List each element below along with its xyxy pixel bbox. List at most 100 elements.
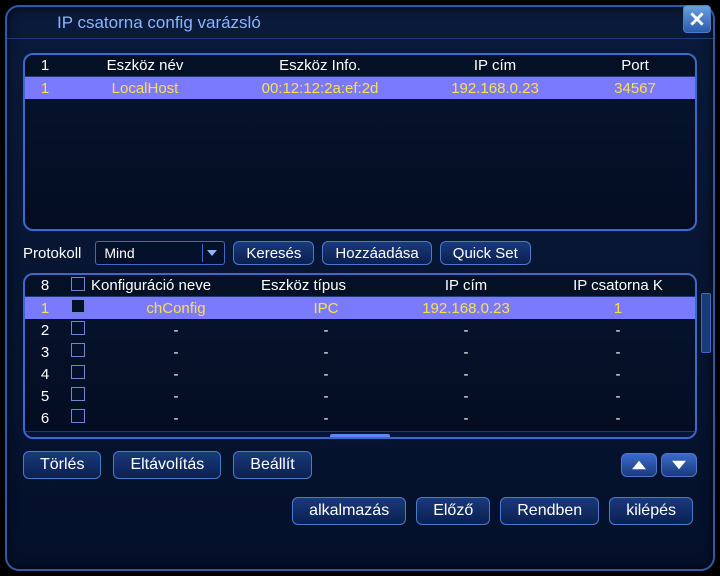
row-checkbox[interactable] (71, 365, 85, 379)
move-up-button[interactable] (621, 453, 657, 477)
cell-cfg-ch: - (541, 410, 695, 427)
search-button[interactable]: Keresés (233, 241, 314, 265)
cell-cfg-type: - (261, 366, 391, 383)
col-cfg-index: 8 (25, 277, 65, 294)
cell-info: 00:12:12:2a:ef:2d (225, 80, 415, 97)
row-checkbox[interactable] (71, 343, 85, 357)
cell-port: 34567 (575, 80, 695, 97)
quickset-button[interactable]: Quick Set (440, 241, 531, 265)
cell-cfg-type: - (261, 344, 391, 361)
chevron-down-icon (672, 460, 686, 470)
cell-cfg-ch: - (541, 322, 695, 339)
device-list-panel: 1 Eszköz név Eszköz Info. IP cím Port 1 … (23, 53, 697, 231)
ok-button[interactable]: Rendben (500, 497, 599, 525)
config-row[interactable]: 5---- (25, 385, 695, 407)
col-device-info: Eszköz Info. (225, 57, 415, 74)
close-icon (690, 12, 704, 26)
cell-cfg-name: - (91, 388, 261, 405)
row-checkbox[interactable] (71, 299, 85, 313)
protocol-select[interactable]: Mind (95, 241, 225, 265)
action-row: Törlés Eltávolítás Beállít (23, 451, 697, 479)
delete-button[interactable]: Törlés (23, 451, 101, 479)
remove-button[interactable]: Eltávolítás (113, 451, 221, 479)
config-list-panel: 8 Konfiguráció neve Eszköz típus IP cím … (23, 273, 697, 439)
horizontal-scrollbar[interactable] (25, 431, 695, 439)
cell-idx: 6 (25, 410, 65, 427)
cell-cfg-type: - (261, 388, 391, 405)
cell-check (65, 343, 91, 361)
col-cfg-type: Eszköz típus (261, 277, 391, 294)
prev-button[interactable]: Előző (416, 497, 490, 525)
cell-check (65, 365, 91, 383)
cell-cfg-ip: - (391, 322, 541, 339)
device-row[interactable]: 1 LocalHost 00:12:12:2a:ef:2d 192.168.0.… (25, 77, 695, 99)
cell-cfg-type: - (261, 322, 391, 339)
row-checkbox[interactable] (71, 387, 85, 401)
cell-idx: 1 (25, 300, 65, 317)
cell-cfg-ip: - (391, 410, 541, 427)
col-device-name: Eszköz név (65, 57, 225, 74)
cell-cfg-ip: - (391, 366, 541, 383)
cell-cfg-ip: - (391, 388, 541, 405)
cell-check (65, 299, 91, 317)
cell-idx: 4 (25, 366, 65, 383)
protocol-row: Protokoll Mind Keresés Hozzáadása Quick … (23, 241, 697, 265)
cell-cfg-name: - (91, 410, 261, 427)
cell-cfg-ip: - (391, 344, 541, 361)
cell-name: LocalHost (65, 80, 225, 97)
cell-cfg-name: chConfig (91, 300, 261, 317)
window-title: IP csatorna config varázsló (57, 13, 261, 33)
titlebar: IP csatorna config varázsló (7, 7, 713, 39)
col-port: Port (575, 57, 695, 74)
cell-cfg-name: - (91, 322, 261, 339)
col-cfg-channel: IP csatorna K (541, 277, 695, 294)
config-row[interactable]: 2---- (25, 319, 695, 341)
cell-cfg-ch: - (541, 344, 695, 361)
config-row[interactable]: 3---- (25, 341, 695, 363)
cell-idx: 5 (25, 388, 65, 405)
cell-index: 1 (25, 80, 65, 97)
reorder-buttons (621, 453, 697, 477)
config-row[interactable]: 4---- (25, 363, 695, 385)
col-cfg-name: Konfiguráció neve (91, 277, 261, 294)
cell-cfg-ip: 192.168.0.23 (391, 300, 541, 317)
header-checkbox[interactable] (71, 277, 85, 291)
close-button[interactable] (683, 5, 711, 33)
cell-check (65, 321, 91, 339)
cell-idx: 2 (25, 322, 65, 339)
cell-cfg-ch: 1 (541, 300, 695, 317)
config-list-header: 8 Konfiguráció neve Eszköz típus IP cím … (25, 275, 695, 297)
cell-cfg-ch: - (541, 388, 695, 405)
cell-check (65, 387, 91, 405)
col-ip: IP cím (415, 57, 575, 74)
protocol-label: Protokoll (23, 245, 81, 262)
exit-button[interactable]: kilépés (609, 497, 693, 525)
cell-cfg-ch: - (541, 366, 695, 383)
cell-cfg-type: - (261, 410, 391, 427)
set-button[interactable]: Beállít (233, 451, 311, 479)
wizard-window: IP csatorna config varázsló 1 Eszköz név… (5, 5, 715, 571)
cell-ip: 192.168.0.23 (415, 80, 575, 97)
config-row[interactable]: 1chConfigIPC192.168.0.231 (25, 297, 695, 319)
cell-cfg-name: - (91, 344, 261, 361)
chevron-down-icon (202, 244, 220, 262)
config-row[interactable]: 6---- (25, 407, 695, 429)
col-cfg-check (65, 277, 91, 295)
cell-cfg-name: - (91, 366, 261, 383)
col-index: 1 (25, 57, 65, 74)
apply-button[interactable]: alkalmazás (292, 497, 406, 525)
add-button[interactable]: Hozzáadása (322, 241, 431, 265)
row-checkbox[interactable] (71, 409, 85, 423)
chevron-up-icon (632, 460, 646, 470)
cell-idx: 3 (25, 344, 65, 361)
protocol-value: Mind (104, 245, 134, 261)
row-checkbox[interactable] (71, 321, 85, 335)
device-list-header: 1 Eszköz név Eszköz Info. IP cím Port (25, 55, 695, 77)
content: 1 Eszköz név Eszköz Info. IP cím Port 1 … (7, 39, 713, 537)
col-cfg-ip: IP cím (391, 277, 541, 294)
vertical-scrollbar[interactable] (701, 293, 711, 353)
footer: alkalmazás Előző Rendben kilépés (23, 497, 697, 525)
move-down-button[interactable] (661, 453, 697, 477)
cell-cfg-type: IPC (261, 300, 391, 317)
cell-check (65, 409, 91, 427)
